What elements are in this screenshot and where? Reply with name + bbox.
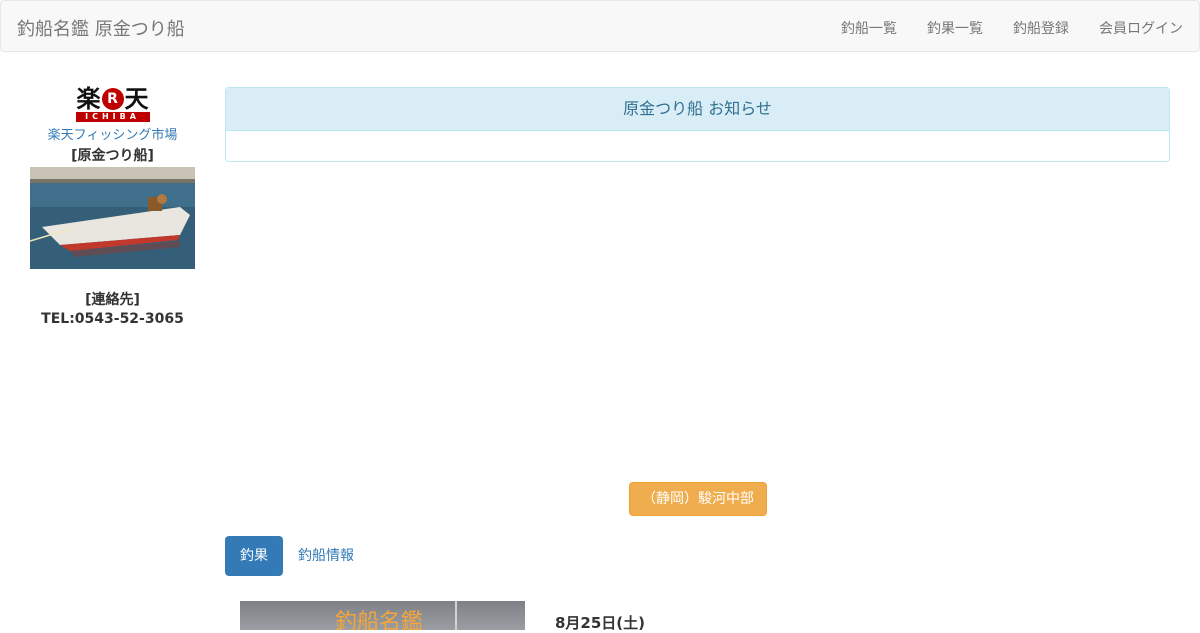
tab-catch-results[interactable]: 釣果 bbox=[225, 536, 283, 576]
nav-boat-list[interactable]: 釣船一覧 bbox=[841, 18, 897, 38]
notice-panel: 原金つり船 お知らせ bbox=[225, 87, 1170, 162]
logo-char-ten: 天 bbox=[124, 85, 149, 113]
thumbnail-watermark: 釣船名鑑 bbox=[335, 610, 424, 630]
logo-r-circle: R bbox=[101, 88, 124, 110]
nav-catch-list[interactable]: 釣果一覧 bbox=[927, 18, 983, 38]
nav-links: 釣船一覧 釣果一覧 釣船登録 会員ログイン bbox=[841, 18, 1183, 38]
site-brand[interactable]: 釣船名鑑 原金つり船 bbox=[17, 15, 185, 41]
nav-boat-register[interactable]: 釣船登録 bbox=[1013, 18, 1069, 38]
rakuten-ichiba-logo[interactable]: 楽 R 天 ICHIBA bbox=[75, 85, 150, 122]
notice-title: 原金つり船 お知らせ bbox=[226, 88, 1169, 131]
logo-char-raku: 楽 bbox=[76, 85, 101, 113]
content-tabs: 釣果 釣船情報 bbox=[225, 536, 369, 576]
rakuten-fishing-link[interactable]: 楽天フィッシング市場 bbox=[30, 124, 195, 143]
contact-phone[interactable]: TEL:0543-52-3065 bbox=[30, 311, 195, 327]
logo-ichiba-bar: ICHIBA bbox=[75, 112, 150, 122]
top-navbar: 釣船名鑑 原金つり船 釣船一覧 釣果一覧 釣船登録 会員ログイン bbox=[0, 0, 1200, 52]
sidebar: 楽 R 天 ICHIBA 楽天フィッシング市場 [原金つり船] [連絡先] TE… bbox=[30, 86, 195, 327]
report-thumbnail[interactable]: 釣船名鑑 bbox=[240, 601, 525, 630]
boat-photo bbox=[30, 167, 195, 269]
contact-label: [連絡先] bbox=[85, 292, 140, 308]
boat-name: [原金つり船] bbox=[71, 148, 154, 164]
area-button[interactable]: （静岡）駿河中部 bbox=[629, 482, 767, 516]
tab-boat-info[interactable]: 釣船情報 bbox=[283, 536, 369, 576]
thumbnail-rod bbox=[455, 601, 457, 630]
nav-member-login[interactable]: 会員ログイン bbox=[1099, 18, 1183, 38]
